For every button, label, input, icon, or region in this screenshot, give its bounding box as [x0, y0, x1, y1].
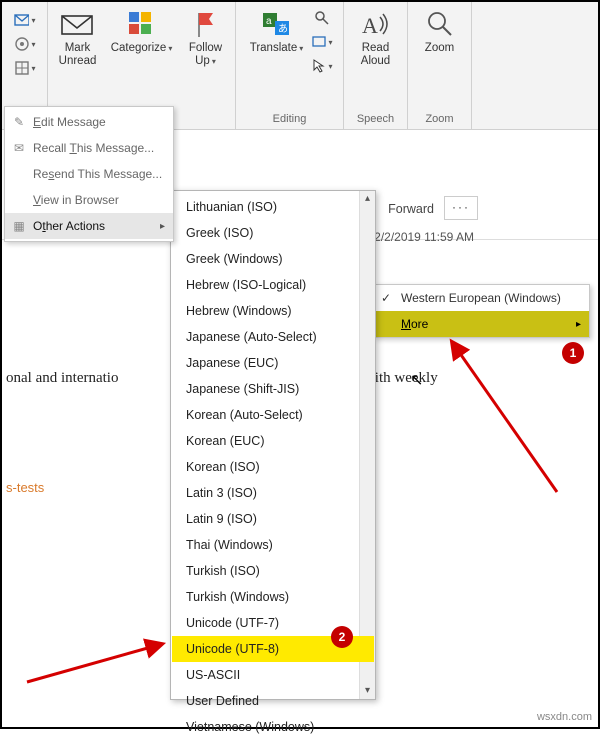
encoding-item[interactable]: Latin 3 (ISO)	[172, 480, 374, 506]
actions-icon: ▦	[11, 219, 27, 233]
actions-context-menu: ✎ Edit Message ✉ Recall This Message... …	[4, 106, 174, 242]
button-label: Categorize	[111, 42, 167, 54]
categorize-icon	[127, 8, 157, 40]
read-aloud-icon: A	[360, 8, 392, 40]
flag-icon	[193, 8, 219, 40]
svg-text:あ: あ	[278, 23, 288, 35]
zoom-button[interactable]: Zoom	[410, 6, 470, 57]
group-label: Speech	[357, 113, 394, 127]
button-label: Translate	[250, 42, 298, 54]
group-label: Zoom	[425, 113, 453, 127]
encoding-item[interactable]: Korean (EUC)	[172, 428, 374, 454]
chevron-down-icon: ▾	[31, 16, 35, 25]
ribbon-small-button[interactable]: ▾	[14, 34, 36, 54]
svg-text:a: a	[266, 16, 272, 27]
encoding-item[interactable]: Japanese (Auto-Select)	[172, 324, 374, 350]
encoding-item[interactable]: Latin 9 (ISO)	[172, 506, 374, 532]
menu-view-in-browser[interactable]: View in Browser	[5, 187, 173, 213]
read-aloud-button[interactable]: A Read Aloud	[346, 6, 406, 69]
menu-edit-message[interactable]: ✎ Edit Message	[5, 109, 173, 135]
message-link[interactable]: s-tests	[6, 480, 44, 495]
watermark: wsxdn.com	[537, 711, 592, 723]
encoding-item[interactable]: Korean (ISO)	[172, 454, 374, 480]
follow-up-button[interactable]: Follow Up▾	[176, 6, 236, 69]
more-options-button[interactable]: ···	[444, 196, 478, 220]
encoding-item[interactable]: Greek (Windows)	[172, 246, 374, 272]
encoding-item[interactable]: Japanese (Shift-JIS)	[172, 376, 374, 402]
mark-unread-button[interactable]: Mark Unread	[48, 6, 108, 69]
menu-other-actions[interactable]: ▦ Other Actions	[5, 213, 173, 239]
encoding-item[interactable]: User Defined	[172, 688, 374, 714]
ribbon-small-button[interactable]: ▾	[14, 58, 36, 78]
button-label: Read Aloud	[361, 42, 390, 67]
chevron-down-icon: ▾	[31, 40, 35, 49]
encoding-item[interactable]: Hebrew (Windows)	[172, 298, 374, 324]
annotation-marker-2: 2	[331, 626, 353, 648]
edit-icon: ✎	[11, 115, 27, 129]
find-button[interactable]	[311, 8, 333, 28]
encoding-item[interactable]: Turkish (ISO)	[172, 558, 374, 584]
translate-icon: aあ	[261, 8, 293, 40]
encoding-item[interactable]: Turkish (Windows)	[172, 584, 374, 610]
annotation-marker-1: 1	[562, 342, 584, 364]
select-button[interactable]: ▾	[311, 56, 333, 76]
encoding-more-item[interactable]: More	[375, 311, 589, 337]
encoding-item[interactable]: Lithuanian (ISO)	[172, 194, 374, 220]
forward-button[interactable]: Forward	[388, 202, 434, 216]
envelope-icon	[60, 8, 96, 40]
encoding-item[interactable]: Greek (ISO)	[172, 220, 374, 246]
chevron-down-icon: ▾	[31, 64, 35, 73]
group-label: Editing	[273, 113, 307, 127]
categorize-button[interactable]: Categorize▾	[112, 6, 172, 57]
encoding-more-menu: ✓ Western European (Windows) More	[374, 284, 590, 338]
ribbon-group-zoom: Zoom Zoom	[408, 2, 472, 129]
ribbon-group-editing: aあ Translate▾ ▾ ▾ Editing	[236, 2, 344, 129]
check-icon: ✓	[381, 291, 391, 305]
button-label: Mark Unread	[59, 42, 97, 67]
svg-text:A: A	[362, 13, 378, 38]
menu-resend-message[interactable]: Resend This Message...	[5, 161, 173, 187]
button-label: Zoom	[425, 42, 454, 55]
ribbon-group-speech: A Read Aloud Speech	[344, 2, 408, 129]
encoding-item[interactable]: Thai (Windows)	[172, 532, 374, 558]
translate-button[interactable]: aあ Translate▾	[247, 6, 307, 57]
button-label: Follow Up	[189, 42, 222, 67]
cursor-icon: ↖	[410, 370, 423, 390]
encoding-item[interactable]: Hebrew (ISO-Logical)	[172, 272, 374, 298]
encoding-item[interactable]: Korean (Auto-Select)	[172, 402, 374, 428]
ribbon-small-button[interactable]: ▾	[14, 10, 36, 30]
encoding-item[interactable]: Vietnamese (Windows)	[172, 714, 374, 740]
encoding-item[interactable]: Japanese (EUC)	[172, 350, 374, 376]
encoding-current-item[interactable]: ✓ Western European (Windows)	[375, 285, 589, 311]
related-button[interactable]: ▾	[311, 32, 333, 52]
message-date: 2/2/2019 11:59 AM	[374, 230, 474, 244]
recall-icon: ✉	[11, 141, 27, 155]
menu-recall-message[interactable]: ✉ Recall This Message...	[5, 135, 173, 161]
encoding-list: ▴ ▾ Lithuanian (ISO)Greek (ISO)Greek (Wi…	[170, 190, 376, 700]
encoding-item[interactable]: US-ASCII	[172, 662, 374, 688]
zoom-icon	[425, 8, 455, 40]
